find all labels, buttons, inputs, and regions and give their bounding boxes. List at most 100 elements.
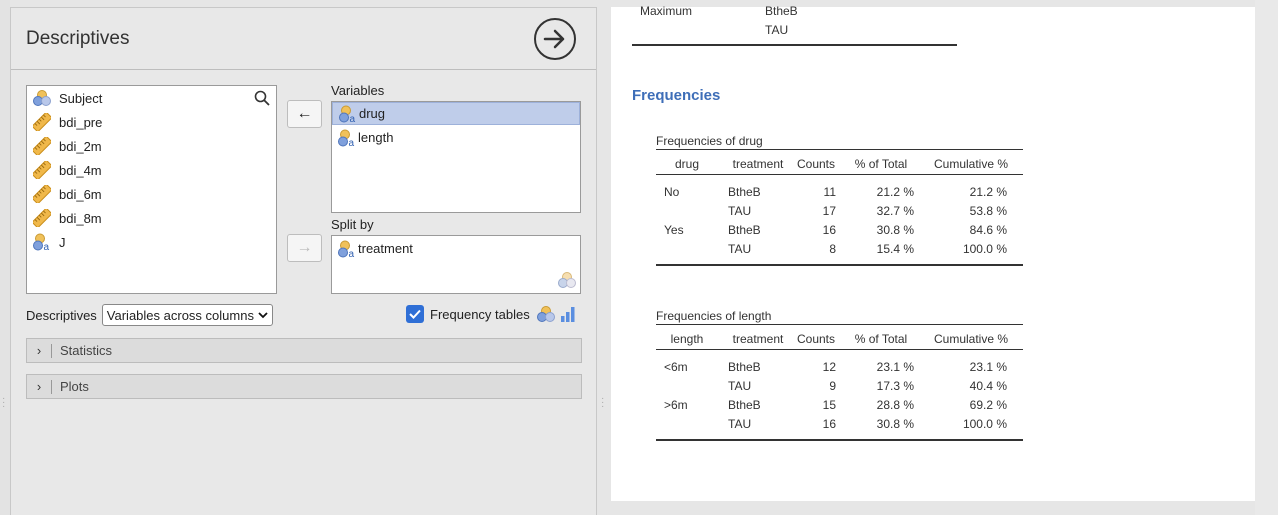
descriptives-layout-select[interactable]: Variables across columns	[101, 304, 273, 326]
table-cell: 21.2 %	[969, 185, 1007, 199]
statistics-section-toggle[interactable]: › Statistics	[26, 338, 582, 363]
frequency-tables-label: Frequency tables	[430, 306, 530, 322]
frequency-tables-row: Frequency tables	[406, 305, 576, 323]
table-top-rule	[656, 149, 1023, 150]
table-caption: Frequencies of length	[656, 309, 772, 323]
chevron-down-icon	[258, 312, 268, 319]
variable-name: Subject	[59, 90, 103, 106]
variable-name: J	[59, 234, 66, 250]
variable-name: bdi_4m	[59, 162, 102, 178]
table-cell: BtheB	[728, 223, 761, 237]
split-by-label: Split by	[331, 217, 374, 232]
table-header: Counts	[796, 157, 836, 171]
descriptives-layout-label: Descriptives	[26, 307, 97, 323]
table-cell: 16	[822, 223, 836, 237]
svg-text:a: a	[349, 249, 355, 258]
nominal-icon	[33, 90, 51, 106]
table-cell: 23.1 %	[969, 360, 1007, 374]
nominal-group-icon	[536, 306, 555, 322]
table-header: % of Total	[854, 332, 908, 346]
table-caption: Frequencies of drug	[656, 134, 763, 148]
table-cell: 69.2 %	[969, 398, 1007, 412]
variable-name: bdi_2m	[59, 138, 102, 154]
nominal-text-icon: a	[33, 233, 50, 251]
frequency-tables-checkbox[interactable]	[406, 305, 424, 323]
table-cell: 23.1 %	[876, 360, 914, 374]
source-variable-item[interactable]: bdi_4m	[33, 159, 102, 181]
table-cell: 15	[822, 398, 836, 412]
table-cell: 32.7 %	[876, 204, 914, 218]
continuous-ruler-icon	[33, 185, 51, 203]
selected-variable-item[interactable]: a drug	[332, 102, 580, 125]
table-bottom-rule	[656, 439, 1023, 441]
variable-name: drug	[359, 106, 386, 121]
table-header: length	[670, 332, 704, 346]
move-from-variables-button[interactable]: ←	[287, 100, 322, 128]
variable-name: bdi_8m	[59, 210, 102, 226]
table-cell: BtheB	[728, 398, 761, 412]
table-cell: 30.8 %	[876, 223, 914, 237]
table-cell: TAU	[728, 417, 752, 431]
chevron-right-icon: ›	[36, 379, 42, 394]
table-cell: 9	[829, 379, 836, 393]
descriptives-layout-row: Descriptives Variables across columns	[26, 304, 273, 326]
section-divider	[51, 379, 52, 394]
table-cell: 16	[822, 417, 836, 431]
variable-name: bdi_6m	[59, 186, 102, 202]
table-bottom-rule	[656, 264, 1023, 266]
table-cell: 17	[822, 204, 836, 218]
table-cell: 28.8 %	[876, 398, 914, 412]
split-by-target-box[interactable]: a treatment	[331, 235, 581, 294]
table-header-rule	[656, 174, 1023, 175]
continuous-ruler-icon	[33, 161, 51, 179]
source-variable-item[interactable]: bdi_8m	[33, 207, 102, 229]
continuous-ruler-icon	[33, 113, 51, 131]
nominal-group-icon	[558, 272, 576, 288]
ordinal-bars-icon	[560, 307, 575, 322]
top-table-row-label: Maximum	[640, 4, 693, 18]
table-header: treatment	[732, 332, 784, 346]
table-header: Cumulative %	[933, 332, 1009, 346]
table-header: % of Total	[854, 157, 908, 171]
split-variable-item[interactable]: a treatment	[332, 237, 580, 260]
source-variable-item[interactable]: bdi_2m	[33, 135, 102, 157]
top-table-value: BtheB	[765, 4, 798, 18]
table-cell: BtheB	[728, 360, 761, 374]
frequencies-heading: Frequencies	[632, 87, 721, 104]
chevron-right-icon: ›	[36, 343, 42, 358]
source-variable-list[interactable]: Subject bdi_pre bdi_2m bdi_4m bdi_6m bdi_8m a J	[26, 85, 277, 294]
source-variable-item[interactable]: aJ	[33, 231, 66, 253]
analysis-options-panel: Descriptives Subject bdi_pre bdi_2m bdi_4mb…	[10, 7, 597, 515]
table-cell: TAU	[728, 242, 752, 256]
table-cell: <6m	[664, 360, 688, 374]
source-variable-item[interactable]: bdi_6m	[33, 183, 102, 205]
source-variable-item[interactable]: Subject	[33, 87, 102, 109]
plots-section-toggle[interactable]: › Plots	[26, 374, 582, 399]
search-icon[interactable]	[254, 90, 270, 111]
table-cell: 15.4 %	[876, 242, 914, 256]
panel-resize-handle[interactable]: · · ·	[601, 394, 604, 412]
analysis-title: Descriptives	[26, 28, 130, 49]
move-to-split-button[interactable]: →	[287, 234, 322, 262]
svg-text:a: a	[350, 114, 356, 123]
left-resize-handle[interactable]: · · ·	[2, 394, 5, 412]
table-cell: TAU	[728, 379, 752, 393]
table-cell: >6m	[664, 398, 688, 412]
table-cell: 11	[823, 185, 836, 199]
descriptives-layout-value: Variables across columns	[106, 307, 254, 323]
selected-variable-item[interactable]: a length	[332, 126, 580, 149]
svg-text:a: a	[349, 138, 355, 147]
continuous-ruler-icon	[33, 209, 51, 227]
table-header: drug	[674, 157, 700, 171]
variables-label: Variables	[331, 83, 385, 98]
source-variable-item[interactable]: bdi_pre	[33, 111, 102, 133]
variables-target-box[interactable]: a drug a length	[331, 101, 581, 213]
table-cell: 100.0 %	[962, 417, 1007, 431]
table-header: treatment	[732, 157, 784, 171]
table-cell: 40.4 %	[969, 379, 1007, 393]
table-header: Cumulative %	[933, 157, 1009, 171]
table-cell: 8	[829, 242, 836, 256]
nominal-text-icon: a	[339, 105, 356, 123]
plots-section-label: Plots	[60, 379, 89, 394]
run-analysis-button[interactable]	[534, 18, 576, 60]
